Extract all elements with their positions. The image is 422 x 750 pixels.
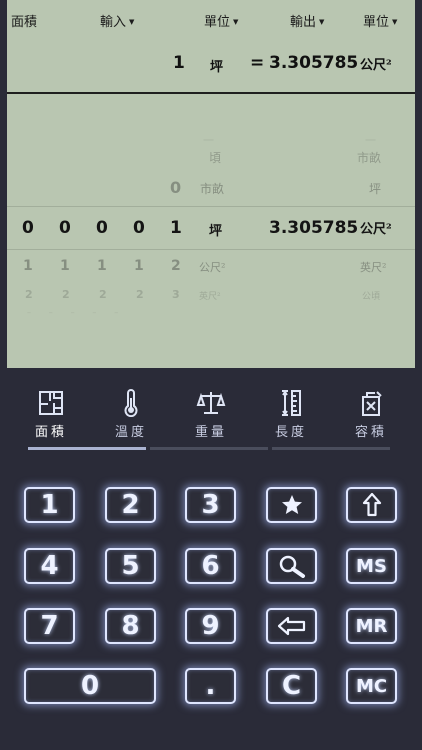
chevron-down-icon: ▼	[233, 18, 239, 26]
wheel-digit: 2	[62, 288, 70, 301]
output-unit-selector[interactable]: 單位 ▼	[363, 11, 397, 30]
equals-sign: =	[250, 53, 265, 73]
magnifier-icon	[279, 555, 305, 578]
star-icon	[281, 495, 302, 514]
wheel-left-unit: 頃	[209, 151, 222, 165]
unit-label-left: 單位	[204, 15, 231, 30]
wheel-left-unit: 公尺²	[199, 261, 226, 274]
key-8[interactable]: 8	[105, 608, 156, 644]
shift-button[interactable]	[346, 487, 397, 523]
wheel-digit: 0	[22, 218, 34, 238]
tab-indicator	[150, 447, 268, 450]
wheel-digit: 2	[171, 258, 181, 274]
tab-label: 重量	[194, 425, 227, 440]
memory-store-button[interactable]: MS	[346, 548, 397, 584]
key-5[interactable]: 5	[105, 548, 156, 584]
category-title: 面積	[11, 15, 38, 30]
tab-volume[interactable]: 容積	[326, 385, 416, 445]
tab-indicator-active	[28, 447, 146, 450]
wheel-left-unit: 坪	[209, 224, 223, 239]
key-4[interactable]: 4	[24, 548, 75, 584]
backspace-button[interactable]	[266, 608, 317, 644]
tab-label: 容積	[354, 425, 387, 440]
up-arrow-icon	[362, 492, 381, 517]
thermometer-icon	[124, 389, 138, 417]
conversion-result: 1 坪 = 3.305785 公尺²	[7, 44, 415, 84]
lcd-header: 面積 輸入 ▼ 單位 ▼ 輸出 ▼ 單位 ▼	[7, 0, 415, 35]
jerrycan-icon	[362, 391, 382, 416]
wheel-digit: 2	[99, 288, 107, 301]
key-9[interactable]: 9	[185, 608, 236, 644]
wheel-right-unit: 公頃	[362, 292, 381, 302]
wheel-value: 3.305785	[269, 218, 359, 238]
clear-button[interactable]: C	[266, 668, 317, 704]
search-button[interactable]	[266, 548, 317, 584]
wheel-separator	[7, 206, 415, 207]
wheel-digit: 2	[25, 288, 33, 301]
memory-clear-button[interactable]: MC	[346, 668, 397, 704]
tab-weight[interactable]: 重量	[166, 385, 256, 445]
key-6[interactable]: 6	[185, 548, 236, 584]
scale-icon	[196, 392, 226, 414]
wheel-left-unit: 英尺²	[199, 292, 221, 302]
chevron-down-icon: ▼	[129, 18, 135, 26]
input-selector[interactable]: 輸入 ▼	[100, 11, 134, 30]
output-label: 輸出	[290, 15, 317, 30]
decimal-point-button[interactable]: .	[185, 668, 236, 704]
wheel-fragment: 一	[203, 134, 214, 147]
wheel-digit: 1	[23, 258, 33, 274]
tab-label: 溫度	[114, 425, 147, 440]
wheel-digit: 2	[136, 288, 144, 301]
wheel-digit: 0	[133, 218, 145, 238]
wheel-digit: 1	[134, 258, 144, 274]
wheel-right-unit: 市畝	[357, 151, 382, 165]
wheel-left-unit: 市畝	[200, 182, 225, 196]
tab-indicator	[272, 447, 390, 450]
chevron-down-icon: ▼	[319, 18, 325, 26]
key-2[interactable]: 2	[105, 487, 156, 523]
key-3[interactable]: 3	[185, 487, 236, 523]
ruler-icon	[282, 390, 301, 416]
wheel-digit: 1	[170, 218, 182, 238]
input-label: 輸入	[100, 15, 127, 30]
unit-label-right: 單位	[363, 15, 390, 30]
wheel-digit: 0	[170, 178, 182, 197]
wheel-fragment: 一	[365, 134, 376, 147]
floorplan-icon	[39, 391, 63, 415]
tab-label: 長度	[274, 425, 307, 440]
tab-length[interactable]: 長度	[246, 385, 336, 445]
wheel-fragment: – – – – –	[27, 308, 119, 317]
wheel-digit: 0	[96, 218, 108, 238]
wheel-digit: 3	[172, 288, 180, 301]
wheel-right-unit: 坪	[369, 182, 382, 196]
input-unit: 坪	[210, 60, 224, 75]
key-1[interactable]: 1	[24, 487, 75, 523]
output-value: 3.305785	[269, 53, 359, 73]
wheel-right-unit: 公尺²	[360, 222, 392, 237]
output-selector[interactable]: 輸出 ▼	[290, 11, 324, 30]
wheel-digit: 1	[97, 258, 107, 274]
favorite-button[interactable]	[266, 487, 317, 523]
input-unit-selector[interactable]: 單位 ▼	[204, 11, 238, 30]
key-0[interactable]: 0	[24, 668, 156, 704]
key-7[interactable]: 7	[24, 608, 75, 644]
chevron-down-icon: ▼	[392, 18, 398, 26]
category-tabs: 面積 溫度 重量 長度 容積	[20, 385, 400, 455]
memory-recall-button[interactable]: MR	[346, 608, 397, 644]
wheel-separator	[7, 249, 415, 250]
lcd-display: 面積 輸入 ▼ 單位 ▼ 輸出 ▼ 單位 ▼ 1 坪 = 3.305785 公尺² 一 …	[7, 0, 415, 368]
wheel-digit: 0	[59, 218, 71, 238]
backspace-icon	[277, 616, 305, 636]
wheel-right-unit: 英尺²	[360, 261, 387, 274]
tab-label: 面積	[34, 425, 67, 440]
tab-temperature[interactable]: 溫度	[86, 385, 176, 445]
tab-area[interactable]: 面積	[6, 385, 96, 445]
wheel-digit: 1	[60, 258, 70, 274]
input-value: 1	[173, 53, 185, 73]
unit-wheel[interactable]: 一 一 頃 市畝 0 市畝 坪 0 0 0 0 1 坪 3.305785 公尺²…	[7, 94, 415, 368]
output-unit: 公尺²	[360, 58, 392, 73]
